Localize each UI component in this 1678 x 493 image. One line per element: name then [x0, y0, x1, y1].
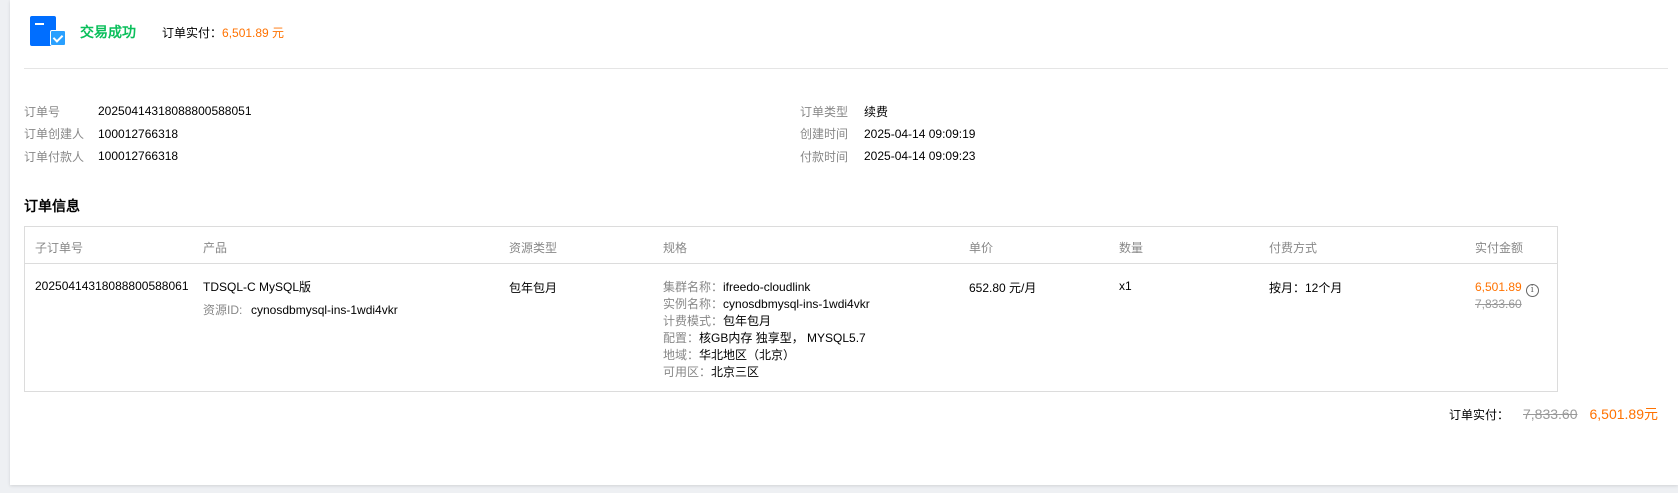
order-status-header: 交易成功 订单实付： 6,501.89 元 [30, 16, 284, 48]
col-header-paid-amount: 实付金额 [1475, 241, 1524, 255]
col-header-spec: 规格 [663, 241, 688, 255]
spec-value: 核GB内存 独享型， MYSQL5.7 [699, 331, 866, 345]
col-header-product: 产品 [203, 241, 228, 255]
table-row: 20250414318088800588061 TDSQL-C MySQL版 资… [25, 264, 1557, 390]
order-type-value: 续费 [864, 104, 889, 119]
meta-row-order-type: 订单类型 续费 [800, 100, 975, 123]
resource-id-line: 资源ID: cynosdbmysql-ins-1wdi4vkr [203, 302, 398, 319]
spec-cell: 集群名称：ifreedo-cloudlink 实例名称：cynosdbmysql… [663, 279, 870, 381]
check-icon [50, 30, 66, 46]
spec-line: 计费模式：包年包月 [663, 313, 870, 330]
spec-label: 可用区： [663, 365, 712, 379]
spec-line: 集群名称：ifreedo-cloudlink [663, 279, 870, 296]
spec-value: ifreedo-cloudlink [723, 280, 811, 294]
row-paid-amount: 6,501.89 [1475, 280, 1522, 294]
order-document-icon [30, 16, 66, 48]
meta-row-created-time: 创建时间 2025-04-14 09:09:19 [800, 123, 975, 146]
spec-line: 可用区：北京三区 [663, 364, 870, 381]
meta-row-order-id: 订单号 20250414318088800588051 [24, 100, 252, 123]
product-cell: TDSQL-C MySQL版 资源ID: cynosdbmysql-ins-1wd… [203, 279, 398, 319]
order-detail-card: 交易成功 订单实付： 6,501.89 元 订单号 20250414318088… [10, 0, 1678, 485]
spec-label: 配置： [663, 331, 700, 345]
section-title: 订单信息 [24, 198, 80, 214]
unit-price: 652.80 元/月 [969, 281, 1037, 295]
resource-id: cynosdbmysql-ins-1wdi4vkr [251, 303, 398, 317]
meta-label: 订单类型 [800, 104, 849, 119]
spec-value: 包年包月 [723, 314, 772, 328]
paid-amount: 6,501.89 元 [222, 25, 285, 40]
meta-label: 订单号 [24, 104, 61, 119]
meta-label: 创建时间 [800, 127, 849, 142]
divider [24, 68, 1668, 69]
col-header-quantity: 数量 [1119, 241, 1144, 255]
total-final: 6,501.89元 [1589, 406, 1659, 422]
paid-amount-cell: 6,501.89 i 7,833.60 [1475, 279, 1539, 313]
total-label: 订单实付： [1448, 408, 1509, 422]
meta-label: 订单创建人 [24, 127, 85, 142]
meta-row-paid-time: 付款时间 2025-04-14 09:09:23 [800, 145, 975, 168]
payment-method: 按月：12个月 [1269, 281, 1343, 295]
table-header: 子订单号 产品 资源类型 规格 单价 数量 付费方式 实付金额 [25, 227, 1557, 264]
spec-label: 地域： [663, 348, 700, 362]
spec-line: 地域：华北地区（北京） [663, 347, 870, 364]
sub-order-id: 20250414318088800588061 [35, 279, 189, 293]
spec-line: 实例名称：cynosdbmysql-ins-1wdi4vkr [663, 296, 870, 313]
info-icon[interactable]: i [1525, 284, 1539, 297]
spec-label: 实例名称： [663, 297, 724, 311]
order-total: 订单实付： 7,833.60 6,501.89元 [1449, 404, 1658, 424]
resource-id-label: 资源ID: [203, 303, 243, 317]
resource-type: 包年包月 [509, 281, 558, 295]
order-meta-left: 订单号 20250414318088800588051 订单创建人 100012… [24, 100, 252, 168]
col-header-resource-type: 资源类型 [509, 241, 558, 255]
meta-row-creator: 订单创建人 100012766318 [24, 123, 252, 146]
quantity: x1 [1119, 279, 1132, 293]
spec-label: 计费模式： [663, 314, 724, 328]
paid-label: 订单实付： [162, 25, 223, 40]
paid-time-value: 2025-04-14 09:09:23 [864, 149, 976, 164]
col-header-sub-order: 子订单号 [35, 241, 84, 255]
spec-line: 配置：核GB内存 独享型， MYSQL5.7 [663, 330, 870, 347]
order-meta-right: 订单类型 续费 创建时间 2025-04-14 09:09:19 付款时间 20… [800, 100, 975, 168]
creator-value: 100012766318 [98, 126, 179, 141]
meta-label: 付款时间 [800, 149, 849, 164]
spec-value: cynosdbmysql-ins-1wdi4vkr [723, 297, 870, 311]
row-original-amount: 7,833.60 [1475, 297, 1522, 311]
product-name: TDSQL-C MySQL版 [203, 280, 312, 294]
col-header-unit-price: 单价 [969, 241, 994, 255]
created-time-value: 2025-04-14 09:09:19 [864, 126, 976, 141]
spec-value: 北京三区 [711, 365, 760, 379]
spec-label: 集群名称： [663, 280, 724, 294]
order-id-value: 20250414318088800588051 [98, 104, 252, 119]
meta-row-payer: 订单付款人 100012766318 [24, 145, 252, 168]
meta-label: 订单付款人 [24, 149, 85, 164]
order-status: 交易成功 [80, 24, 136, 40]
spec-value: 华北地区（北京） [699, 348, 796, 362]
order-items-table: 子订单号 产品 资源类型 规格 单价 数量 付费方式 实付金额 20250414… [24, 226, 1558, 392]
total-original: 7,833.60 [1523, 406, 1578, 422]
payer-value: 100012766318 [98, 149, 179, 164]
col-header-payment: 付费方式 [1269, 241, 1318, 255]
paid-amount-line: 6,501.89 i [1475, 279, 1539, 297]
